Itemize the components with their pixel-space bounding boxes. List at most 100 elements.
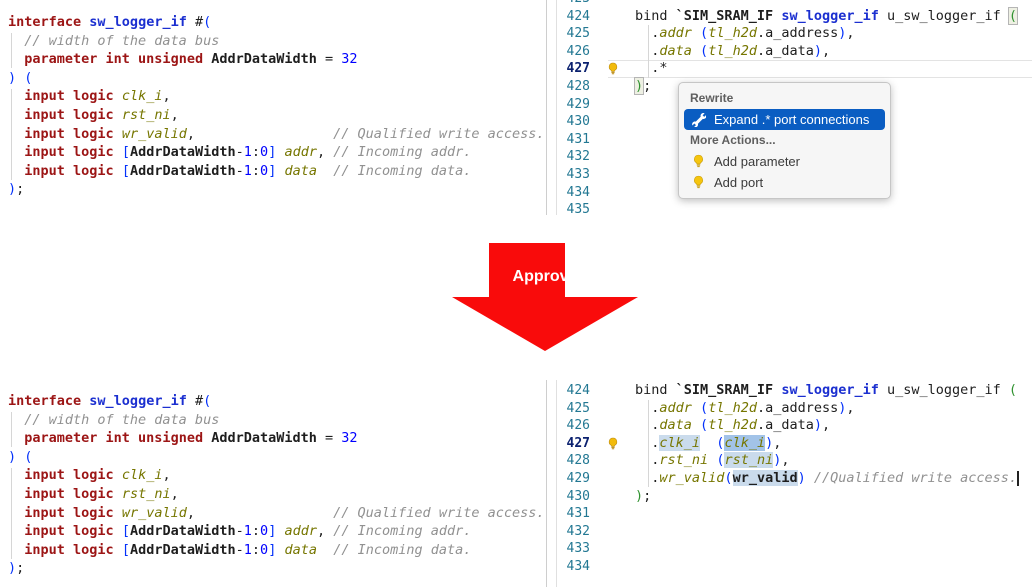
code-line: 423 — [0, 0, 1032, 8]
gutter-cell — [590, 505, 635, 523]
gutter-cell — [590, 166, 635, 184]
menu-item-expand-port-connections[interactable]: Expand .* port connections — [684, 109, 885, 130]
gutter-cell — [590, 0, 635, 8]
lightbulb-icon — [691, 154, 706, 169]
port-token: addr — [659, 25, 692, 41]
code-line: 427 .clk_i (clk_i), — [0, 435, 1032, 453]
line-number: 426 — [0, 43, 590, 61]
code-line: 425 .addr (tl_h2d.a_address), — [0, 400, 1032, 418]
code-token: , — [822, 417, 830, 433]
port-token: clk_i — [724, 435, 765, 451]
typ-token: sw_logger_if — [781, 382, 879, 398]
documentation-figure: interface sw_logger_if #( // width of th… — [0, 0, 1032, 587]
code-line: 430); — [0, 488, 1032, 506]
code-line: 434 — [0, 558, 1032, 576]
code-token: bind — [635, 8, 676, 24]
line-number: 425 — [0, 25, 590, 43]
b-token: `SIM_SRAM_IF — [676, 382, 774, 398]
code-token — [692, 417, 700, 433]
gutter-cell — [590, 470, 635, 488]
code-token: , — [822, 43, 830, 59]
line-number: 434 — [0, 558, 590, 576]
line-number: 427 — [0, 435, 590, 453]
code-token: bind — [635, 382, 676, 398]
gutter-cell — [590, 558, 635, 576]
approve-arrow-head — [452, 297, 638, 351]
code-token: . — [635, 435, 659, 451]
p1-token: ) — [798, 470, 806, 486]
gutter-cell — [590, 25, 635, 43]
code-token: ; — [643, 78, 651, 94]
menu-item-add-port[interactable]: Add port — [684, 172, 885, 193]
code-token: . — [635, 25, 659, 41]
code-token: u_sw_logger_if — [879, 8, 1009, 24]
code-text[interactable]: .addr (tl_h2d.a_address), — [635, 25, 855, 43]
code-token: . — [635, 452, 659, 468]
code-text[interactable]: .wr_valid(wr_valid) //Qualified write ac… — [635, 470, 1019, 488]
line-number: 431 — [0, 131, 590, 149]
gutter-cell — [590, 382, 635, 400]
code-token: ; — [643, 488, 651, 504]
code-text[interactable]: .rst_ni (rst_ni), — [635, 452, 790, 470]
p2-token: ( — [1009, 8, 1017, 24]
menu-item-label: Add port — [714, 175, 763, 190]
line-number: 426 — [0, 417, 590, 435]
gutter-cell — [590, 540, 635, 558]
gutter-cell — [590, 148, 635, 166]
code-text[interactable]: bind `SIM_SRAM_IF sw_logger_if u_sw_logg… — [635, 8, 1017, 26]
p1-token: ( — [700, 43, 708, 59]
p1-token: ) — [814, 43, 822, 59]
gutter-cell — [590, 131, 635, 149]
code-line: 425 .addr (tl_h2d.a_address), — [0, 25, 1032, 43]
code-text[interactable]: .clk_i (clk_i), — [635, 435, 781, 453]
code-text[interactable]: bind `SIM_SRAM_IF sw_logger_if u_sw_logg… — [635, 382, 1017, 400]
code-text[interactable]: .data (tl_h2d.a_data), — [635, 43, 830, 61]
code-token: .a_data — [757, 417, 814, 433]
code-text[interactable]: ); — [635, 488, 651, 506]
code-text[interactable]: ); — [635, 78, 651, 96]
menu-item-label: Expand .* port connections — [714, 112, 869, 127]
port-token: addr — [659, 400, 692, 416]
line-number: 432 — [0, 523, 590, 541]
code-token — [806, 470, 814, 486]
port-token: tl_h2d — [708, 43, 757, 59]
lightbulb-icon[interactable] — [590, 60, 635, 78]
line-number: 423 — [0, 0, 590, 8]
p1-token: ( — [700, 400, 708, 416]
code-action-menu: Rewrite Expand .* port connections More … — [678, 82, 891, 199]
gutter-cell — [590, 452, 635, 470]
code-token: , — [846, 400, 854, 416]
menu-item-add-parameter[interactable]: Add parameter — [684, 151, 885, 172]
menu-item-label: Add parameter — [714, 154, 800, 169]
line-number: 430 — [0, 113, 590, 131]
port-token: tl_h2d — [708, 25, 757, 41]
code-line: 424 bind `SIM_SRAM_IF sw_logger_if u_sw_l… — [0, 8, 1032, 26]
code-text[interactable]: .addr (tl_h2d.a_address), — [635, 400, 855, 418]
p1-token: ( — [700, 25, 708, 41]
port-token: clk_i — [659, 435, 700, 451]
port-token: tl_h2d — [708, 400, 757, 416]
gutter-cell — [590, 417, 635, 435]
line-number: 424 — [0, 8, 590, 26]
port-token: data — [659, 43, 692, 59]
code-token: .a_address — [757, 25, 838, 41]
code-text[interactable]: .data (tl_h2d.a_data), — [635, 417, 830, 435]
gutter-cell — [590, 488, 635, 506]
code-line: 435 — [0, 201, 1032, 215]
usage-code-editor-after[interactable]: 424bind `SIM_SRAM_IF sw_logger_if u_sw_l… — [0, 382, 1032, 576]
text-cursor — [1017, 471, 1019, 486]
port-token: rst_ni — [659, 452, 708, 468]
line-number: 434 — [0, 184, 590, 202]
p1-token: ( — [724, 470, 732, 486]
code-token — [692, 43, 700, 59]
p1-token: ) — [814, 417, 822, 433]
approve-arrow-label: Approve — [452, 268, 638, 286]
code-text[interactable]: .* — [635, 60, 668, 78]
p1-token: ( — [700, 417, 708, 433]
p2-token: ) — [635, 78, 643, 94]
lightbulb-icon[interactable] — [590, 435, 635, 453]
before-editor-screenshot: interface sw_logger_if #( // width of th… — [0, 0, 1032, 215]
line-number: 425 — [0, 400, 590, 418]
code-token — [692, 400, 700, 416]
code-token: u_sw_logger_if — [879, 382, 1009, 398]
